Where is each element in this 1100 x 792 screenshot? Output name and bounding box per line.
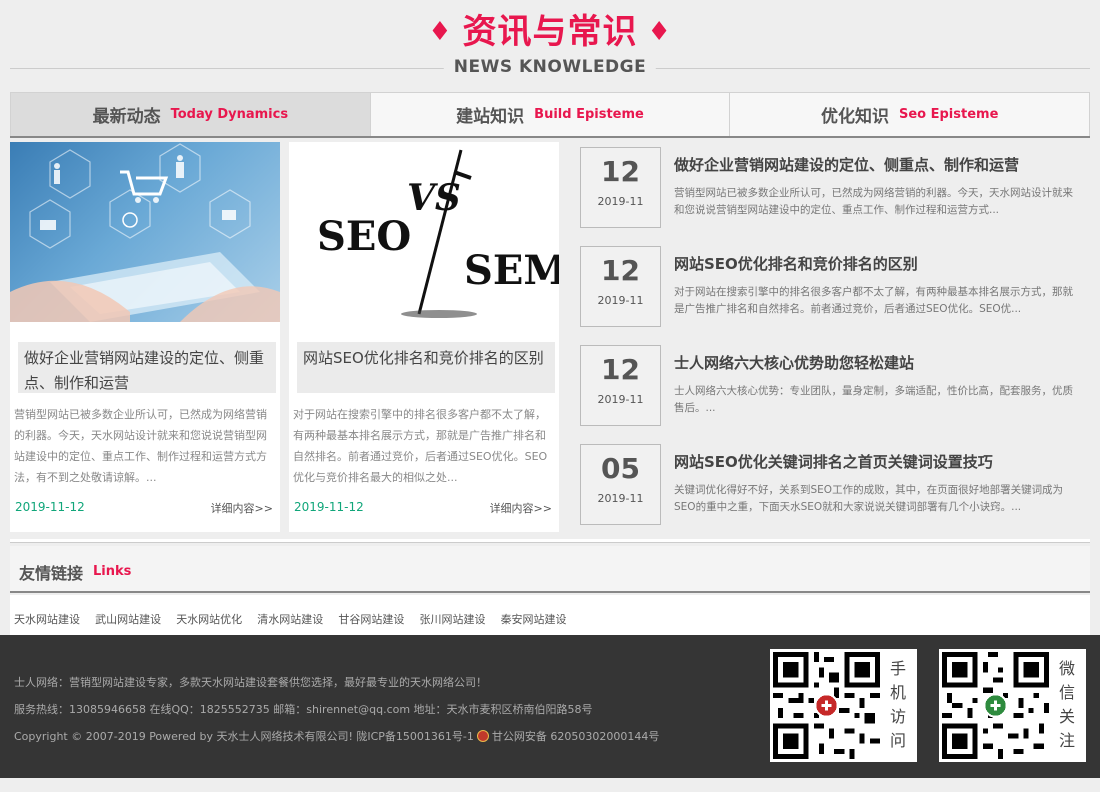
seo-vs-sem-illustration: SEO VS SEM	[317, 149, 559, 318]
read-more-link[interactable]: 详细内容>>	[490, 500, 552, 516]
friendly-link[interactable]: 武山网站建设	[95, 613, 161, 626]
friendly-link[interactable]: 天水网站建设	[14, 613, 80, 626]
date-day: 05	[601, 452, 640, 485]
copyright-text[interactable]: Copyright © 2007-2019 Powered by 天水士人网络技…	[14, 730, 474, 743]
date-year-month: 2019-11	[597, 492, 644, 505]
news-tabs: 最新动态 Today Dynamics 建站知识 Build Episteme …	[10, 92, 1091, 138]
section-title-text: 资讯与常识	[462, 12, 638, 52]
news-title[interactable]: 做好企业营销网站建设的定位、侧重点、制作和运营	[674, 154, 1019, 175]
tab-label-en: Seo Episteme	[898, 107, 999, 122]
news-title[interactable]: 网站SEO优化关键词排名之首页关键词设置技巧	[674, 451, 993, 472]
news-item[interactable]: 05 2019-11 网站SEO优化关键词排名之首页关键词设置技巧 关键词优化得…	[580, 444, 1080, 526]
sem-word: SEM	[464, 247, 559, 294]
police-record-text[interactable]: 甘公网安备 62050302000144号	[492, 730, 659, 743]
tab-build-episteme[interactable]: 建站知识 Build Episteme	[370, 92, 731, 136]
article-card[interactable]: SEO VS SEM 网站SEO优化排名和竞价排名的区别 对于网站在搜索引擎中的…	[289, 142, 559, 532]
links-header: 友情链接 Links	[10, 546, 1090, 593]
police-badge-icon	[476, 730, 489, 742]
section-heading: ♦ 资讯与常识 ♦ NEWS KNOWLEDGE	[0, 0, 1100, 88]
date-year-month: 2019-11	[597, 294, 644, 307]
card-date: 2019-11-12	[15, 500, 85, 514]
date-box: 12 2019-11	[580, 246, 661, 327]
card-title[interactable]: 网站SEO优化排名和竞价排名的区别	[297, 342, 555, 393]
qr-wechat: 微信关注	[939, 649, 1086, 762]
card-image-seo-vs-sem[interactable]: SEO VS SEM	[289, 142, 559, 322]
tab-today-dynamics[interactable]: 最新动态 Today Dynamics	[10, 92, 371, 136]
friendly-link[interactable]: 甘谷网站建设	[338, 613, 404, 626]
news-item[interactable]: 12 2019-11 网站SEO优化排名和竞价排名的区别 对于网站在搜索引擎中的…	[580, 246, 1080, 328]
date-day: 12	[601, 353, 640, 386]
date-box: 12 2019-11	[580, 147, 661, 228]
date-year-month: 2019-11	[597, 393, 644, 406]
section-title: ♦ 资讯与常识 ♦	[0, 4, 1100, 53]
links-title-en: Links	[93, 564, 132, 579]
friendly-links: 天水网站建设 武山网站建设 天水网站优化 清水网站建设 甘谷网站建设 张川网站建…	[10, 595, 1090, 635]
section-separator	[10, 539, 1090, 543]
diamond-icon: ♦	[647, 17, 672, 47]
tab-label: 最新动态	[92, 107, 161, 127]
bottom-strip	[0, 778, 1100, 792]
article-card[interactable]: 做好企业营销网站建设的定位、侧重点、制作和运营 营销型网站已被多数企业所认可，已…	[10, 142, 280, 532]
links-title: 友情链接	[19, 564, 84, 583]
news-title[interactable]: 士人网络六大核心优势助您轻松建站	[674, 352, 914, 373]
news-item[interactable]: 12 2019-11 士人网络六大核心优势助您轻松建站 士人网络六大核心优势：专…	[580, 345, 1080, 427]
qr-label: 手机访问	[889, 659, 906, 750]
friendly-link[interactable]: 秦安网站建设	[501, 613, 567, 626]
friendly-link[interactable]: 天水网站优化	[176, 613, 242, 626]
tab-label-en: Build Episteme	[534, 107, 644, 122]
card-date: 2019-11-12	[294, 500, 364, 514]
footer-contact: 服务热线：13085946658 在线QQ：1825552735 邮箱：shir…	[14, 703, 593, 716]
card-image-tablet[interactable]	[10, 142, 280, 322]
date-day: 12	[601, 254, 640, 287]
tab-label: 建站知识	[456, 107, 525, 127]
card-description: 营销型网站已被多数企业所认可，已然成为网络营销的利器。今天，天水网站设计就来和您…	[14, 408, 267, 484]
date-year-month: 2019-11	[597, 195, 644, 208]
read-more-link[interactable]: 详细内容>>	[211, 500, 273, 516]
date-box: 12 2019-11	[580, 345, 661, 426]
card-title[interactable]: 做好企业营销网站建设的定位、侧重点、制作和运营	[18, 342, 276, 393]
qr-mobile: 手机访问	[770, 649, 917, 762]
tab-label-en: Today Dynamics	[170, 107, 289, 122]
news-description: 对于网站在搜索引擎中的排名很多客户都不太了解，有两种最基本排名展示方式，那就是广…	[674, 286, 1073, 315]
card-description: 对于网站在搜索引擎中的排名很多客户都不太了解，有两种最基本排名展示方式，那就是广…	[293, 408, 548, 484]
site-footer: 士人网络：营销型网站建设专家，多款天水网站建设套餐供您选择，最好最专业的天水网络…	[0, 635, 1100, 778]
seo-word: SEO	[317, 213, 411, 260]
qr-code-icon	[942, 652, 1049, 759]
news-description: 士人网络六大核心优势：专业团队，量身定制，多端适配，性价比高，配套服务，优质售后…	[674, 385, 1073, 414]
tablet-ecommerce-illustration	[10, 143, 280, 322]
tab-seo-episteme[interactable]: 优化知识 Seo Episteme	[730, 92, 1091, 136]
qr-label: 微信关注	[1058, 659, 1075, 750]
news-title[interactable]: 网站SEO优化排名和竞价排名的区别	[674, 253, 918, 274]
qr-code-icon	[773, 652, 880, 759]
footer-copyright: Copyright © 2007-2019 Powered by 天水士人网络技…	[14, 728, 659, 744]
section-subtitle: NEWS KNOWLEDGE	[443, 57, 657, 77]
news-description: 营销型网站已被多数企业所认可，已然成为网络营销的利器。今天，天水网站设计就来和您…	[674, 187, 1073, 216]
tab-label: 优化知识	[820, 107, 889, 127]
news-description: 关键词优化得好不好，关系到SEO工作的成败，其中，在页面很好地部署关键词成为SE…	[674, 484, 1064, 513]
friendly-link[interactable]: 张川网站建设	[419, 613, 485, 626]
news-item[interactable]: 12 2019-11 做好企业营销网站建设的定位、侧重点、制作和运营 营销型网站…	[580, 147, 1080, 229]
date-day: 12	[601, 155, 640, 188]
footer-slogan: 士人网络：营销型网站建设专家，多款天水网站建设套餐供您选择，最好最专业的天水网络…	[14, 676, 487, 689]
diamond-icon: ♦	[428, 17, 453, 47]
friendly-link[interactable]: 清水网站建设	[257, 613, 323, 626]
date-box: 05 2019-11	[580, 444, 661, 525]
